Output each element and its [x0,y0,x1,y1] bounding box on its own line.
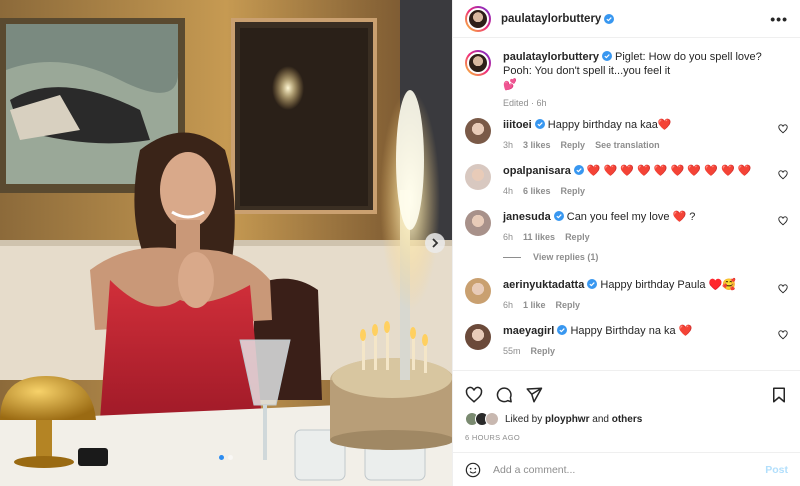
caption-username[interactable]: paulataylorbuttery [503,51,599,63]
carousel-dot [219,455,224,460]
comment-item: iiitoei Happy birthday na kaa❤️ 3h 3 lik… [465,118,788,150]
comment-time[interactable]: 55m [503,346,521,356]
comment-item: janesuda Can you feel my love ❤️ ? 6h 11… [465,210,788,242]
carousel-indicator [0,455,452,460]
verified-icon [534,119,545,129]
bookmark-icon[interactable] [770,386,788,404]
commenter-username[interactable]: aerinyuktadatta [503,279,584,291]
comment-text: ❤️ ❤️ ❤️ ❤️ ❤️ ❤️ ❤️ ❤️ ❤️ ❤️ [586,165,752,177]
caption-time: Edited · 6h [503,98,547,108]
comment-icon[interactable] [495,386,513,404]
reply-button[interactable]: Reply [556,300,581,310]
verified-icon [601,51,612,61]
author-avatar[interactable] [465,50,491,76]
commenter-username[interactable]: opalpanisara [503,165,571,177]
comment-likes[interactable]: 6 likes [523,186,551,196]
comment-text: Happy birthday na kaa❤️ [547,119,672,131]
commenter-avatar[interactable] [465,324,491,350]
reply-button[interactable]: Reply [565,232,590,242]
liker-avatar[interactable] [485,412,499,426]
chevron-right-icon [432,238,439,248]
post-timestamp[interactable]: 6 HOURS AGO [453,426,800,442]
comment-like-heart-icon[interactable] [778,124,788,134]
view-replies-label: View replies (1) [533,252,599,262]
post-header: paulataylorbuttery ••• [453,0,800,38]
comment-item: aerinyuktadatta Happy birthday Paula ♥️🥰… [465,278,788,310]
comment-text: Can you feel my love ❤️ ? [566,211,696,223]
author-username[interactable]: paulataylorbuttery [501,13,601,25]
comments-list: paulataylorbuttery Piglet: How do you sp… [453,38,800,370]
commenter-username[interactable]: iiitoei [503,119,532,131]
post-comment-button[interactable]: Post [765,464,788,476]
next-photo-button[interactable] [425,233,445,253]
commenter-avatar[interactable] [465,278,491,304]
emoji-icon[interactable] [465,462,481,478]
share-icon[interactable] [525,386,543,404]
reply-button[interactable]: Reply [531,346,556,356]
comment-time[interactable]: 6h [503,300,513,310]
liker-avatars [465,412,499,426]
replies-divider [503,256,521,258]
comment-text: Happy birthday Paula ♥️🥰 [600,279,737,291]
reply-button[interactable]: Reply [561,186,586,196]
carousel-dot [228,455,233,460]
comment-time[interactable]: 3h [503,140,513,150]
comment-like-heart-icon[interactable] [778,330,788,340]
liked-by-user[interactable]: ployphwr [545,414,589,425]
commenter-username[interactable]: maeyagirl [503,325,554,337]
post-actions: Liked by ployphwr and others 6 HOURS AGO… [453,370,800,486]
author-avatar[interactable] [465,5,491,32]
verified-icon [604,13,615,24]
verified-icon [557,325,568,335]
likes-prefix: Liked by [505,413,543,425]
reply-button[interactable]: Reply [561,140,586,150]
comment-likes[interactable]: 11 likes [523,232,555,242]
post-caption: paulataylorbuttery Piglet: How do you sp… [465,50,788,108]
comment-time[interactable]: 4h [503,186,513,196]
comment-likes[interactable]: 3 likes [523,140,551,150]
comment-item: opalpanisara ❤️ ❤️ ❤️ ❤️ ❤️ ❤️ ❤️ ❤️ ❤️ … [465,164,788,196]
commenter-avatar[interactable] [465,118,491,144]
birthday-photo [0,0,452,486]
comment-text: Happy Birthday na ka ❤️ [570,325,693,337]
verified-icon [587,279,598,289]
comment-item: maeyagirl Happy Birthday na ka ❤️ 55m Re… [465,324,788,356]
verified-icon [573,165,584,175]
comment-like-heart-icon[interactable] [778,284,788,294]
comment-like-heart-icon[interactable] [778,170,788,180]
comment-like-heart-icon[interactable] [778,216,788,226]
likes-and: and [592,413,609,425]
comment-input[interactable] [493,463,766,476]
heart-icon[interactable] [465,386,483,404]
post-photo[interactable] [0,0,452,486]
commenter-username[interactable]: janesuda [503,211,551,223]
more-options-icon[interactable]: ••• [770,11,788,27]
verified-icon [553,211,564,221]
comment-likes[interactable]: 1 like [523,300,546,310]
commenter-avatar[interactable] [465,164,491,190]
likes-others-link[interactable]: others [612,414,643,425]
post-panel: paulataylorbuttery ••• paulataylorbutter… [452,0,800,486]
view-replies-button[interactable]: View replies (1) [503,252,788,262]
see-translation-button[interactable]: See translation [595,140,660,150]
commenter-avatar[interactable] [465,210,491,236]
likes-summary: Liked by ployphwr and others [453,409,800,426]
comment-time[interactable]: 6h [503,232,513,242]
add-comment-bar: Post [453,452,800,486]
